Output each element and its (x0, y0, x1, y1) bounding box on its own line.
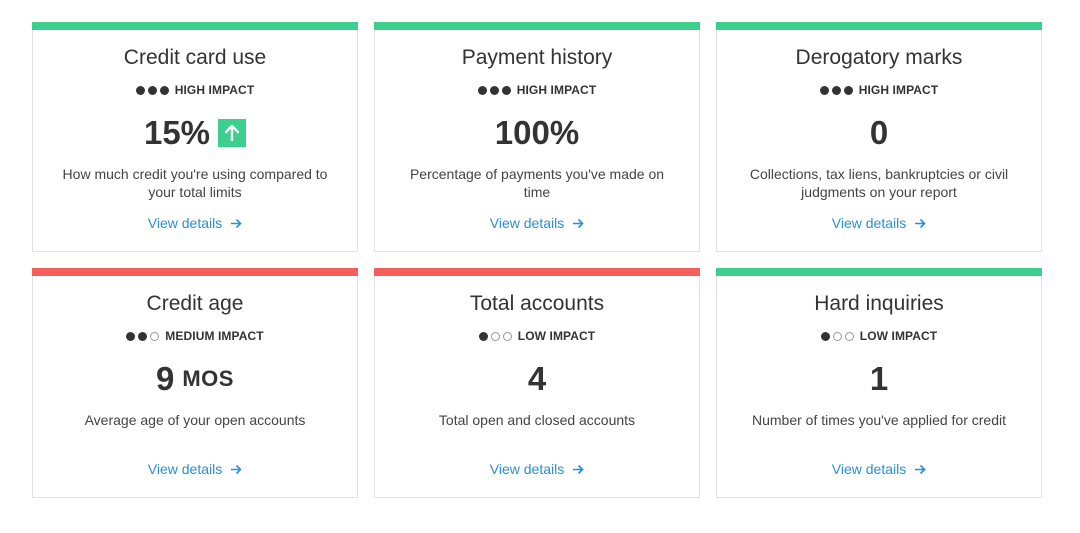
card-credit-card-use: Credit card use HIGH IMPACT 15% How much… (32, 22, 358, 252)
impact-dots (478, 331, 512, 341)
credit-factors-grid: Credit card use HIGH IMPACT 15% How much… (32, 22, 1042, 498)
impact-dot-filled (477, 85, 487, 95)
status-bar (374, 268, 700, 276)
view-details-label: View details (489, 215, 565, 231)
card-title: Derogatory marks (795, 46, 963, 69)
view-details-label: View details (489, 461, 565, 477)
factor-description: Collections, tax liens, bankruptcies or … (749, 166, 1009, 200)
impact-rating: MEDIUM IMPACT (33, 329, 357, 343)
impact-dot-filled (126, 331, 136, 341)
factor-unit: MOS (182, 366, 234, 391)
impact-label: MEDIUM IMPACT (165, 329, 264, 343)
status-bar (32, 268, 358, 276)
impact-dot-empty (832, 331, 842, 341)
factor-value: 1 (869, 360, 889, 397)
arrow-right-icon (914, 464, 926, 475)
factor-value-row: 0 (717, 114, 1041, 152)
impact-rating: HIGH IMPACT (375, 83, 699, 97)
arrow-right-icon (572, 218, 584, 229)
impact-dot-empty (844, 331, 854, 341)
arrow-right-icon (572, 464, 584, 475)
view-details-label: View details (147, 215, 223, 231)
card-title: Total accounts (469, 292, 605, 315)
factor-value: 9 (156, 360, 175, 397)
factor-value-row: 15% (33, 114, 357, 152)
factor-value: 15% (143, 114, 211, 151)
impact-dots (477, 85, 511, 95)
view-details-link[interactable]: View details (717, 461, 1041, 477)
impact-dot-filled (501, 85, 511, 95)
impact-dot-filled (819, 85, 829, 95)
card-title: Credit age (146, 292, 244, 315)
status-bar (716, 22, 1042, 30)
status-bar (374, 22, 700, 30)
impact-dots (126, 331, 160, 341)
view-details-link[interactable]: View details (33, 461, 357, 477)
impact-dots (819, 85, 853, 95)
card-title: Hard inquiries (814, 292, 944, 315)
arrow-right-icon (914, 218, 926, 229)
view-details-link[interactable]: View details (33, 215, 357, 231)
status-bar (32, 22, 358, 30)
impact-dots (135, 85, 169, 95)
impact-dot-filled (843, 85, 853, 95)
arrow-right-icon (230, 218, 242, 229)
card-payment-history: Payment history HIGH IMPACT 100% Percent… (374, 22, 700, 252)
factor-value: 4 (527, 360, 547, 397)
impact-rating: HIGH IMPACT (717, 83, 1041, 97)
impact-label: HIGH IMPACT (516, 83, 597, 97)
factor-description: Number of times you've applied for credi… (751, 412, 1006, 428)
impact-dot-filled (147, 85, 157, 95)
impact-dot-filled (159, 85, 169, 95)
view-details-link[interactable]: View details (375, 215, 699, 231)
up-arrow-icon (218, 119, 247, 147)
view-details-link[interactable]: View details (717, 215, 1041, 231)
factor-value-row: 1 (717, 360, 1041, 398)
factor-description: Total open and closed accounts (438, 412, 636, 428)
impact-dot-empty (490, 331, 500, 341)
factor-description: Percentage of payments you've made on ti… (409, 166, 665, 200)
factor-value-row: 9 MOS (33, 360, 357, 398)
impact-dot-filled (138, 331, 148, 341)
factor-value: 0 (869, 114, 889, 151)
factor-value-row: 100% (375, 114, 699, 152)
view-details-link[interactable]: View details (375, 461, 699, 477)
factor-description: How much credit you're using compared to… (62, 166, 328, 200)
impact-dot-filled (478, 331, 488, 341)
factor-description: Average age of your open accounts (84, 412, 306, 428)
card-derogatory-marks: Derogatory marks HIGH IMPACT 0 Collectio… (716, 22, 1042, 252)
factor-value: 100% (494, 114, 580, 151)
impact-label: HIGH IMPACT (858, 83, 939, 97)
card-total-accounts: Total accounts LOW IMPACT 4 Total open a… (374, 268, 700, 498)
card-credit-age: Credit age MEDIUM IMPACT 9 MOS Average a… (32, 268, 358, 498)
impact-dot-filled (820, 331, 830, 341)
card-hard-inquiries: Hard inquiries LOW IMPACT 1 Number of ti… (716, 268, 1042, 498)
impact-dot-filled (489, 85, 499, 95)
impact-dot-filled (831, 85, 841, 95)
view-details-label: View details (147, 461, 223, 477)
impact-label: HIGH IMPACT (174, 83, 255, 97)
view-details-label: View details (831, 461, 907, 477)
impact-label: LOW IMPACT (517, 329, 596, 343)
impact-rating: HIGH IMPACT (33, 83, 357, 97)
impact-rating: LOW IMPACT (375, 329, 699, 343)
impact-label: LOW IMPACT (859, 329, 938, 343)
impact-rating: LOW IMPACT (717, 329, 1041, 343)
card-title: Credit card use (123, 46, 267, 69)
card-title: Payment history (461, 46, 613, 69)
factor-value-row: 4 (375, 360, 699, 398)
status-bar (716, 268, 1042, 276)
impact-dot-filled (135, 85, 145, 95)
arrow-right-icon (230, 464, 242, 475)
impact-dot-empty (502, 331, 512, 341)
view-details-label: View details (831, 215, 907, 231)
impact-dots (820, 331, 854, 341)
impact-dot-empty (150, 331, 160, 341)
